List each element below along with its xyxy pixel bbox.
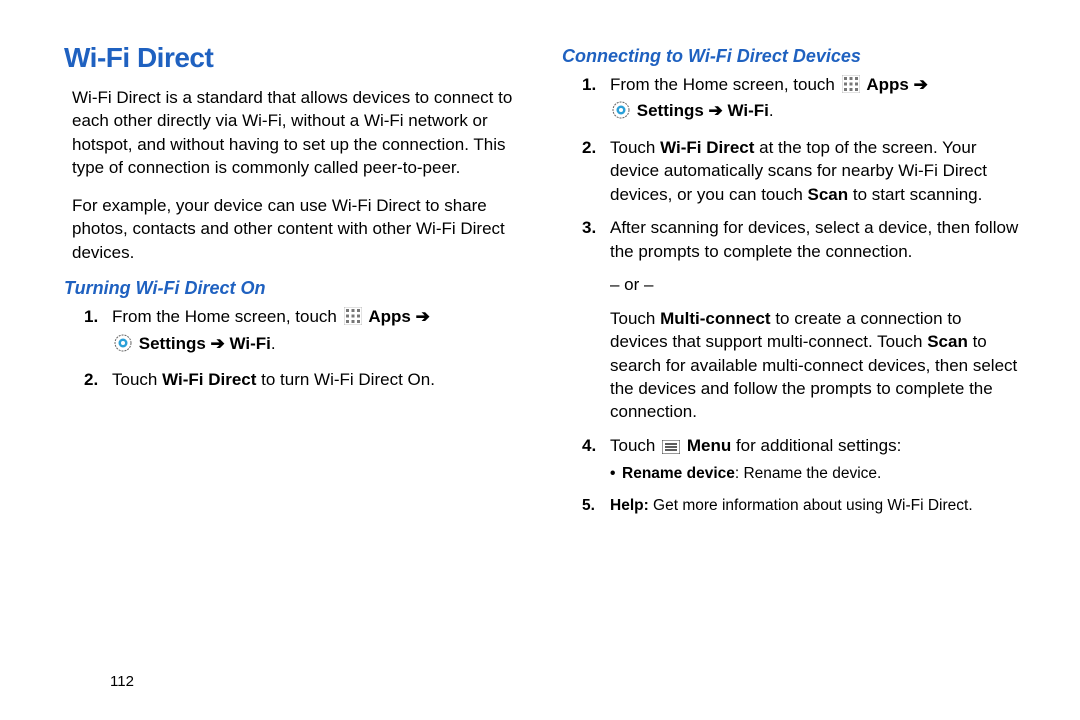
subheading-turning-on: Turning Wi-Fi Direct On xyxy=(64,278,522,299)
settings-label: Settings xyxy=(139,334,206,353)
step-text: to turn Wi-Fi Direct On. xyxy=(256,370,435,389)
wifi-direct-label: Wi-Fi Direct xyxy=(660,138,754,157)
step-text: Touch xyxy=(610,436,660,455)
wifi-label: Wi-Fi xyxy=(728,101,769,120)
intro-block: Wi-Fi Direct is a standard that allows d… xyxy=(64,86,522,264)
steps-turning-on: From the Home screen, touch Apps ➔ xyxy=(64,305,522,391)
page-title: Wi-Fi Direct xyxy=(64,42,522,74)
step-text: From the Home screen, touch xyxy=(112,307,342,326)
scan-label: Scan xyxy=(927,332,968,351)
apps-grid-icon xyxy=(344,307,362,331)
multi-connect-paragraph: Touch Multi-connect to create a connecti… xyxy=(610,307,1020,424)
step-text: Touch xyxy=(610,138,660,157)
left-column: Wi-Fi Direct Wi-Fi Direct is a standard … xyxy=(64,42,522,527)
apps-label: Apps xyxy=(368,307,411,326)
intro-paragraph-2: For example, your device can use Wi-Fi D… xyxy=(72,194,522,264)
arrow-icon: ➔ xyxy=(914,75,928,94)
step-1: From the Home screen, touch Apps ➔ xyxy=(562,73,1020,126)
arrow-icon: ➔ xyxy=(211,334,230,353)
two-column-layout: Wi-Fi Direct Wi-Fi Direct is a standard … xyxy=(64,42,1020,527)
bullet-label: Rename device xyxy=(622,465,735,482)
page-number: 112 xyxy=(110,673,134,690)
step-4: Touch Menu for additional settings: Rena… xyxy=(562,434,1020,485)
settings-label: Settings xyxy=(637,101,704,120)
step-text: for additional settings: xyxy=(731,436,901,455)
step-2: Touch Wi-Fi Direct at the top of the scr… xyxy=(562,136,1020,206)
steps-connecting-continued: Touch Menu for additional settings: Rena… xyxy=(562,434,1020,517)
step-2: Touch Wi-Fi Direct to turn Wi-Fi Direct … xyxy=(64,368,522,391)
multi-connect-label: Multi-connect xyxy=(660,309,771,328)
scan-label: Scan xyxy=(808,185,849,204)
text: Touch xyxy=(610,309,660,328)
help-label: Help: xyxy=(610,497,649,514)
bullet-text: : Rename the device. xyxy=(735,465,881,482)
or-separator: – or – xyxy=(610,273,1020,296)
settings-gear-icon xyxy=(612,101,630,125)
right-column: Connecting to Wi-Fi Direct Devices From … xyxy=(562,42,1020,527)
wifi-label: Wi-Fi xyxy=(230,334,271,353)
intro-paragraph-1: Wi-Fi Direct is a standard that allows d… xyxy=(72,86,522,180)
step-text: to start scanning. xyxy=(848,185,982,204)
apps-grid-icon xyxy=(842,75,860,99)
step-text: Touch xyxy=(112,370,162,389)
period: . xyxy=(769,101,774,120)
manual-page: Wi-Fi Direct Wi-Fi Direct is a standard … xyxy=(0,0,1080,527)
step-1: From the Home screen, touch Apps ➔ xyxy=(64,305,522,358)
step-text: After scanning for devices, select a dev… xyxy=(610,218,1018,260)
bullet-rename-device: Rename device: Rename the device. xyxy=(610,464,1020,485)
arrow-icon: ➔ xyxy=(416,307,430,326)
step-3: After scanning for devices, select a dev… xyxy=(562,216,1020,263)
steps-connecting: From the Home screen, touch Apps ➔ xyxy=(562,73,1020,263)
menu-hamburger-icon xyxy=(662,437,680,460)
apps-label: Apps xyxy=(866,75,909,94)
step-text: From the Home screen, touch xyxy=(610,75,840,94)
settings-gear-icon xyxy=(114,334,132,358)
submenu-bullets: Rename device: Rename the device. xyxy=(610,464,1020,485)
help-text: Get more information about using Wi-Fi D… xyxy=(649,497,973,514)
menu-label: Menu xyxy=(687,436,731,455)
subheading-connecting: Connecting to Wi-Fi Direct Devices xyxy=(562,46,1020,67)
arrow-icon: ➔ xyxy=(709,101,728,120)
step-5: Help: Get more information about using W… xyxy=(562,495,1020,516)
period: . xyxy=(271,334,276,353)
wifi-direct-label: Wi-Fi Direct xyxy=(162,370,256,389)
